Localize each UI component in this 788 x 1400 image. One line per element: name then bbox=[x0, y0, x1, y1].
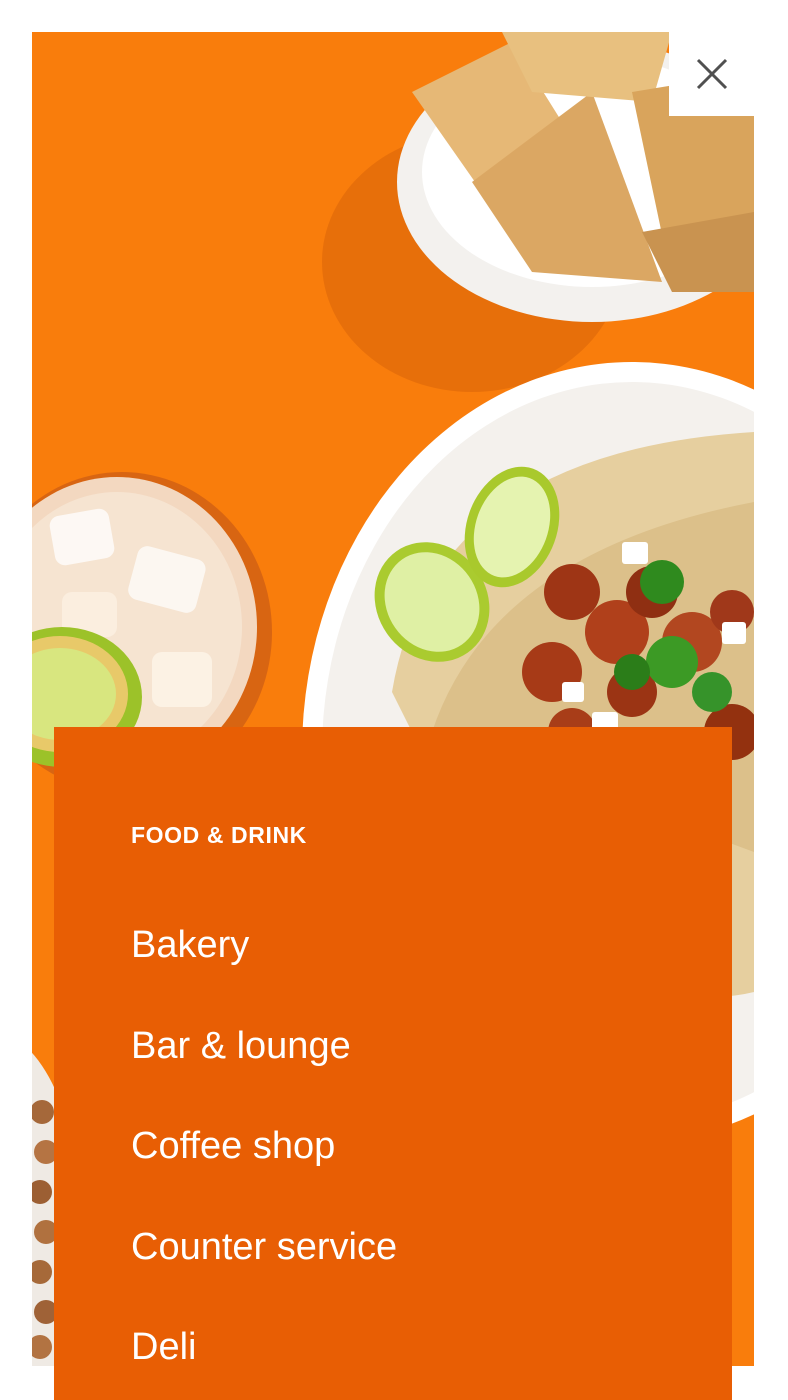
menu-heading: FOOD & DRINK bbox=[131, 822, 307, 848]
category-menu-panel: FOOD & DRINK Bakery Bar & lounge Coffee … bbox=[54, 727, 732, 1400]
menu-item-bakery[interactable]: Bakery bbox=[131, 920, 397, 1021]
menu-item-deli[interactable]: Deli bbox=[131, 1322, 397, 1400]
menu-item-bar-lounge[interactable]: Bar & lounge bbox=[131, 1021, 397, 1122]
close-button[interactable] bbox=[669, 32, 754, 116]
menu-item-counter-service[interactable]: Counter service bbox=[131, 1222, 397, 1323]
menu-item-coffee-shop[interactable]: Coffee shop bbox=[131, 1121, 397, 1222]
close-icon bbox=[696, 58, 727, 90]
menu-list: Bakery Bar & lounge Coffee shop Counter … bbox=[131, 920, 397, 1400]
